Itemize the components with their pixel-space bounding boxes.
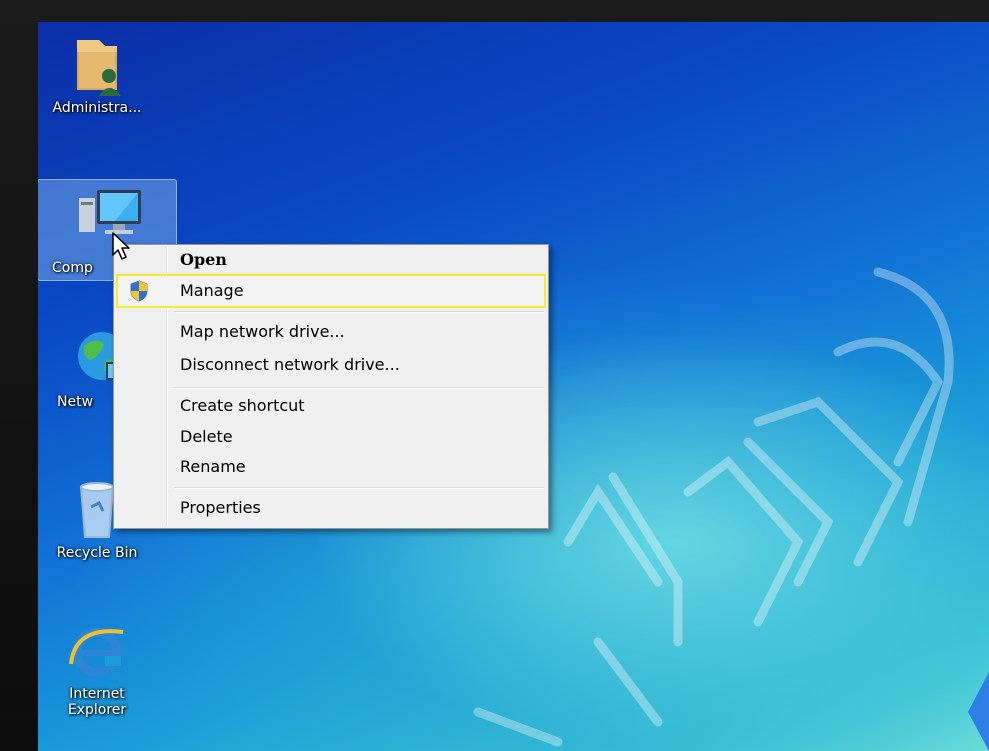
menu-separator (174, 387, 544, 389)
desktop-icon-label: Recycle Bin (56, 545, 138, 561)
desktop-icon-label: Internet Explorer (67, 686, 127, 718)
desktop-icon-administrator[interactable]: Administra... (38, 32, 162, 116)
user-folder-icon (65, 32, 129, 96)
menu-item-label: Rename (180, 457, 246, 476)
desktop-icon-internet-explorer[interactable]: Internet Explorer (38, 618, 162, 718)
context-menu: Open Manage Map network drive... Disconn… (113, 244, 549, 529)
menu-item-delete[interactable]: Delete (117, 424, 545, 450)
menu-item-rename[interactable]: Rename (117, 454, 545, 480)
internet-explorer-icon (65, 618, 129, 682)
desktop-icon-label: Administra... (52, 100, 142, 116)
menu-item-open[interactable]: Open (117, 247, 545, 273)
mouse-cursor-icon (112, 232, 130, 260)
menu-separator (174, 311, 544, 313)
menu-item-label: Properties (180, 498, 261, 517)
menu-separator (174, 487, 544, 489)
menu-item-label: Delete (180, 427, 233, 446)
menu-item-label: Create shortcut (180, 396, 305, 415)
menu-item-create-shortcut[interactable]: Create shortcut (117, 393, 545, 419)
menu-item-properties[interactable]: Properties (117, 495, 545, 521)
menu-item-label: Disconnect network drive... (180, 355, 400, 374)
menu-item-map-network-drive[interactable]: Map network drive... (117, 319, 545, 345)
menu-item-manage[interactable]: Manage (116, 274, 546, 308)
menu-item-label: Map network drive... (180, 322, 345, 341)
menu-item-label: Manage (180, 281, 244, 300)
uac-shield-icon (130, 280, 148, 302)
menu-item-label: Open (180, 250, 227, 269)
menu-item-disconnect-network-drive[interactable]: Disconnect network drive... (117, 352, 545, 378)
